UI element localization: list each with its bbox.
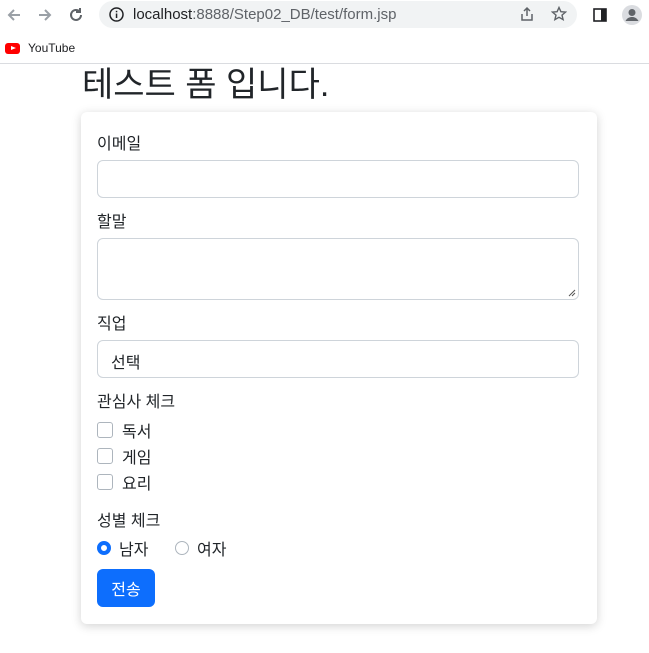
forward-icon[interactable] xyxy=(33,3,57,27)
message-label: 할말 xyxy=(97,214,127,231)
bookmark-label: YouTube xyxy=(28,41,76,55)
gender-option-female[interactable]: 여자 xyxy=(175,538,227,559)
gender-label: 성별 체크 xyxy=(97,513,161,530)
gender-option-male[interactable]: 남자 xyxy=(97,538,149,559)
form-card: 이메일 할말 직업 선택 관심사 체크 독서 게임 요리 성별 체크 남자 여자… xyxy=(81,112,597,624)
page-title: 테스트 폼 입니다. xyxy=(82,66,330,104)
address-bar[interactable]: localhost:8888/Step02_DB/test/form.jsp xyxy=(99,1,577,28)
reload-icon[interactable] xyxy=(64,3,88,27)
job-select-value: 선택 xyxy=(111,355,141,372)
checkbox-label: 독서 xyxy=(122,424,152,441)
message-textarea[interactable] xyxy=(97,238,579,300)
email-label: 이메일 xyxy=(97,136,142,153)
side-panel-icon[interactable] xyxy=(588,3,612,27)
checkbox-label: 게임 xyxy=(122,450,152,467)
checkbox[interactable] xyxy=(97,474,113,490)
interest-option[interactable]: 요리 xyxy=(97,472,152,493)
url-text: localhost:8888/Step02_DB/test/form.jsp xyxy=(133,6,397,23)
radio-label: 남자 xyxy=(119,542,149,559)
bookmarks-bar: YouTube xyxy=(0,33,649,64)
radio-button[interactable] xyxy=(175,541,189,555)
browser-toolbar: localhost:8888/Step02_DB/test/form.jsp xyxy=(0,0,649,30)
interest-option[interactable]: 독서 xyxy=(97,420,152,441)
resize-grip-icon[interactable] xyxy=(568,289,576,297)
job-select[interactable]: 선택 xyxy=(97,340,579,378)
radio-button[interactable] xyxy=(97,541,111,555)
youtube-icon xyxy=(5,42,20,54)
radio-label: 여자 xyxy=(197,542,227,559)
interest-option[interactable]: 게임 xyxy=(97,446,152,467)
profile-avatar-icon[interactable] xyxy=(620,3,644,27)
back-icon[interactable] xyxy=(2,3,26,27)
bookmark-youtube[interactable]: YouTube xyxy=(5,38,75,58)
interest-label: 관심사 체크 xyxy=(97,394,176,411)
email-field[interactable] xyxy=(97,160,579,198)
checkbox-label: 요리 xyxy=(122,476,152,493)
checkbox[interactable] xyxy=(97,422,113,438)
submit-button[interactable]: 전송 xyxy=(97,569,155,607)
share-icon[interactable] xyxy=(519,6,535,27)
job-label: 직업 xyxy=(97,316,127,333)
star-icon[interactable] xyxy=(550,5,568,27)
checkbox[interactable] xyxy=(97,448,113,464)
info-icon[interactable] xyxy=(109,7,124,27)
